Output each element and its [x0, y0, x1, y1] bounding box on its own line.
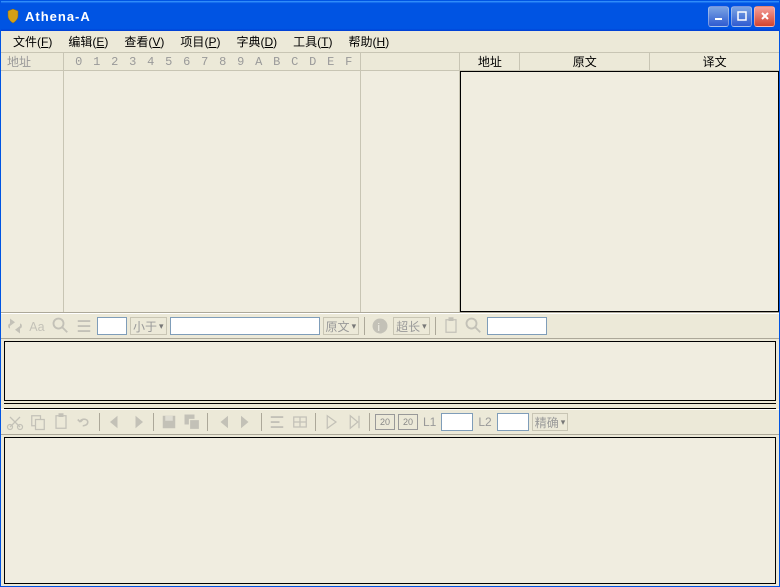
search-icon[interactable]: [51, 316, 71, 336]
translation-textarea[interactable]: [4, 437, 776, 584]
info-icon[interactable]: i: [370, 316, 390, 336]
clipboard-icon[interactable]: [441, 316, 461, 336]
search-icon-2[interactable]: [464, 316, 484, 336]
hex-panel: 0123456789ABCDEF: [64, 53, 361, 312]
maximize-button[interactable]: [731, 6, 752, 27]
ascii-panel: [361, 53, 461, 312]
menubar: 文件(F) 编辑(E) 查看(V) 项目(P) 字典(D) 工具(T) 帮助(H…: [1, 31, 779, 53]
menu-project[interactable]: 项目(P): [172, 31, 228, 52]
badge-20-a[interactable]: 20: [375, 414, 395, 430]
compare-combo[interactable]: 小于▾: [130, 317, 167, 335]
l2-input[interactable]: [497, 413, 529, 431]
close-button[interactable]: [754, 6, 775, 27]
separator: [435, 317, 436, 335]
svg-text:i: i: [378, 322, 381, 334]
toolbar-filter: Aa 小于▾ 原文▾ i 超长▾: [1, 313, 779, 339]
copy-icon[interactable]: [28, 412, 48, 432]
l1-input[interactable]: [441, 413, 473, 431]
menu-dict[interactable]: 字典(D): [228, 31, 285, 52]
lower-wrap: [1, 435, 779, 586]
paste-icon[interactable]: [51, 412, 71, 432]
font-case-icon[interactable]: Aa: [28, 316, 48, 336]
cut-icon[interactable]: [5, 412, 25, 432]
col-source[interactable]: 原文: [520, 53, 650, 70]
grid-icon[interactable]: [290, 412, 310, 432]
first-icon[interactable]: [213, 412, 233, 432]
col-translation[interactable]: 译文: [650, 53, 779, 70]
play-icon[interactable]: [321, 412, 341, 432]
l1-label: L1: [421, 415, 438, 429]
menu-edit[interactable]: 编辑(E): [60, 31, 116, 52]
list-icon[interactable]: [74, 316, 94, 336]
separator: [364, 317, 365, 335]
filter-value-input[interactable]: [97, 317, 127, 335]
separator: [369, 413, 370, 431]
step-icon[interactable]: [344, 412, 364, 432]
content-area: 地址 0123456789ABCDEF 地址 原文 译文 Aa: [1, 53, 779, 586]
translation-table: 地址 原文 译文: [460, 53, 779, 312]
search-input[interactable]: [487, 317, 547, 335]
save-all-icon[interactable]: [182, 412, 202, 432]
menu-tools[interactable]: 工具(T): [285, 31, 340, 52]
overlong-combo[interactable]: 超长▾: [393, 317, 430, 335]
prev-icon[interactable]: [105, 412, 125, 432]
badge-20-b[interactable]: 20: [398, 414, 418, 430]
window-title: Athena-A: [25, 9, 708, 24]
separator: [99, 413, 100, 431]
separator: [315, 413, 316, 431]
exact-combo[interactable]: 精确▾: [532, 413, 569, 431]
last-icon[interactable]: [236, 412, 256, 432]
filter-text-input[interactable]: [170, 317, 320, 335]
hex-columns: 0123456789ABCDEF: [64, 53, 360, 71]
upper-panels: 地址 0123456789ABCDEF 地址 原文 译文: [1, 53, 779, 313]
address-panel: 地址: [1, 53, 64, 312]
minimize-button[interactable]: [708, 6, 729, 27]
toolbar-edit: 20 20 L1 L2 精确▾: [1, 409, 779, 435]
source-combo[interactable]: 原文▾: [323, 317, 360, 335]
l2-label: L2: [476, 415, 493, 429]
menu-file[interactable]: 文件(F): [5, 31, 60, 52]
table-body[interactable]: [460, 71, 779, 312]
sync-icon[interactable]: [5, 316, 25, 336]
app-icon: [5, 8, 21, 24]
menu-view[interactable]: 查看(V): [116, 31, 172, 52]
svg-text:Aa: Aa: [29, 320, 44, 334]
align-icon[interactable]: [267, 412, 287, 432]
next-icon[interactable]: [128, 412, 148, 432]
source-textarea[interactable]: [4, 341, 776, 401]
separator: [207, 413, 208, 431]
window-controls: [708, 6, 775, 27]
table-header: 地址 原文 译文: [460, 53, 779, 71]
undo-icon[interactable]: [74, 412, 94, 432]
separator: [153, 413, 154, 431]
app-window: Athena-A 文件(F) 编辑(E) 查看(V) 项目(P) 字典(D) 工…: [0, 0, 780, 587]
save-icon[interactable]: [159, 412, 179, 432]
separator: [261, 413, 262, 431]
address-header: 地址: [1, 53, 63, 71]
ascii-header: [361, 53, 460, 71]
titlebar[interactable]: Athena-A: [1, 1, 779, 31]
col-address[interactable]: 地址: [460, 53, 520, 70]
menu-help[interactable]: 帮助(H): [341, 31, 398, 52]
